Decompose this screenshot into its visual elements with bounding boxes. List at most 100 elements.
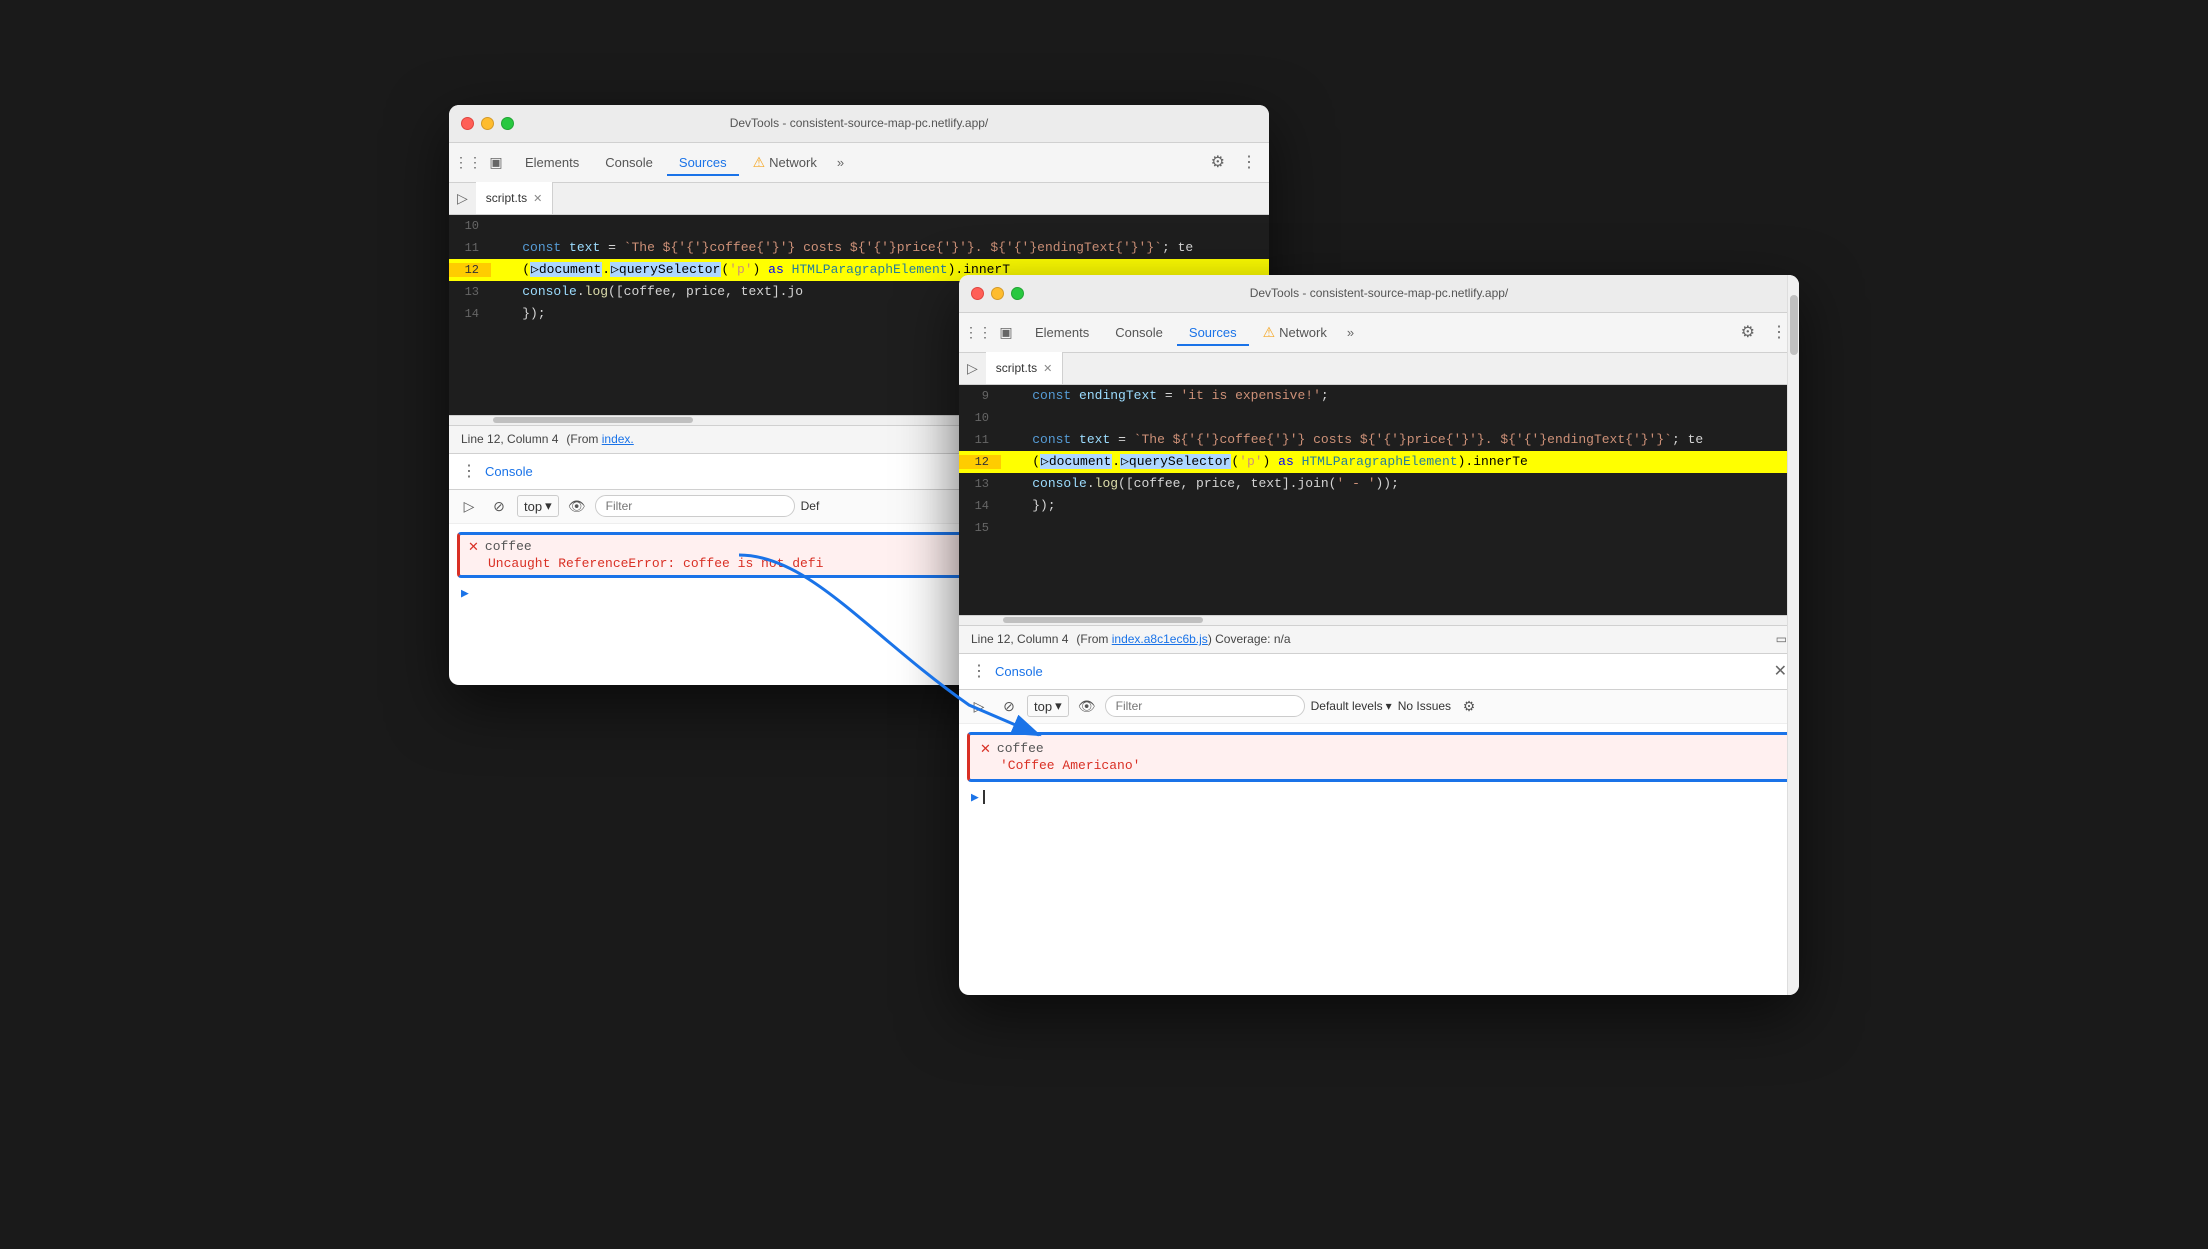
settings-icon-front[interactable]: ⚙ [1737,318,1759,346]
more-tabs-front[interactable]: » [1341,321,1360,344]
tab-sources-front[interactable]: Sources [1177,319,1249,346]
status-icon-front[interactable]: ▭ [1776,632,1787,646]
index-link-front[interactable]: index.a8c1ec6b.js [1112,632,1208,646]
close-button-back[interactable] [461,117,474,130]
error-var-back: coffee [485,539,532,554]
inspect-icon-front[interactable]: ⋮⋮ [967,321,989,343]
window-title-front: DevTools - consistent-source-map-pc.netl… [1250,286,1509,300]
console-menu-icon-front[interactable]: ⋮ [971,661,987,681]
console-toolbar-front: ▷ ⊘ top ▾ 👁 Default levels ▾ No Issues ⚙ [959,690,1799,724]
tab-sources-back[interactable]: Sources [667,149,739,176]
code-line-11-back: 11 const text = `The ${'{'}coffee{'}'} c… [449,237,1269,259]
minimize-button-back[interactable] [481,117,494,130]
tab-bar-right-back: ⚙ ⋮ [1207,148,1261,176]
console-log-area-front: ✕ coffee 'Coffee Americano' ▶ [959,724,1799,813]
success-value-front: 'Coffee Americano' [980,757,1778,773]
success-icon-front: ✕ [980,741,991,757]
window-title-back: DevTools - consistent-source-map-pc.netl… [730,116,989,130]
cursor-front [983,790,985,804]
sidebar-btn-back[interactable]: ▷ [457,494,481,518]
code-line-13-front: 13 console.log([coffee, price, text].joi… [959,473,1799,495]
file-tab-script-back[interactable]: script.ts ✕ [476,182,554,214]
top-selector-front[interactable]: top ▾ [1027,695,1069,717]
code-line-11-front: 11 const text = `The ${'{'}coffee{'}'} c… [959,429,1799,451]
scroll-thumb-front[interactable] [1003,617,1203,623]
sidebar-btn-front[interactable]: ▷ [967,694,991,718]
title-bar-front: DevTools - consistent-source-map-pc.netl… [959,275,1799,313]
success-value-text-front: 'Coffee Americano' [1000,758,1140,773]
window-scrollbar-front[interactable] [1787,275,1799,995]
maximize-button-back[interactable] [501,117,514,130]
inspect-icon[interactable]: ⋮⋮ [457,151,479,173]
window-controls-back [461,117,514,130]
index-link-back[interactable]: index. [602,432,634,446]
file-tab-bar-back: ▷ script.ts ✕ [449,183,1269,215]
scroll-area-front[interactable] [959,615,1799,625]
code-line-12-front: 12 (▷document.▷querySelector('p') as HTM… [959,451,1799,473]
console-title-back: Console [485,464,533,479]
code-area-front: 9 const endingText = 'it is expensive!';… [959,385,1799,615]
clear-btn-front[interactable]: ⊘ [997,694,1021,718]
filter-input-front[interactable] [1105,695,1305,717]
close-button-front[interactable] [971,287,984,300]
file-tab-name-front: script.ts [996,361,1037,375]
file-tab-close-back[interactable]: ✕ [533,192,542,205]
more-tabs-back[interactable]: » [831,151,850,174]
code-line-14-front: 14 }); [959,495,1799,517]
error-icon-back: ✕ [468,539,479,555]
gear-btn-front[interactable]: ⚙ [1457,694,1481,718]
top-chevron-front: ▾ [1055,698,1062,714]
maximize-button-front[interactable] [1011,287,1024,300]
console-title-front: Console [995,664,1043,679]
sidebar-toggle-back[interactable]: ▷ [457,190,468,207]
code-line-10-front: 10 [959,407,1799,429]
console-section-front: ⋮ Console ✕ ▷ ⊘ top ▾ 👁 Default levels ▾… [959,653,1799,813]
sidebar-toggle-front[interactable]: ▷ [967,360,978,377]
code-line-9-front: 9 const endingText = 'it is expensive!'; [959,385,1799,407]
tab-network-front[interactable]: ⚠ Network [1251,318,1339,347]
default-levels-back: Def [801,499,820,513]
top-selector-back[interactable]: top ▾ [517,495,559,517]
scroll-thumb-back[interactable] [493,417,693,423]
tab-bar-right-front: ⚙ ⋮ [1737,318,1791,346]
success-entry-front: ✕ coffee [980,741,1778,757]
tab-elements-front[interactable]: Elements [1023,319,1101,346]
file-tab-script-front[interactable]: script.ts ✕ [986,352,1064,384]
error-msg-text-back: Uncaught ReferenceError: coffee is not d… [488,556,823,571]
settings-icon-back[interactable]: ⚙ [1207,148,1229,176]
tab-console-back[interactable]: Console [593,149,665,176]
file-tab-name-back: script.ts [486,191,527,205]
device-icon-front[interactable]: ▣ [995,321,1017,343]
file-tab-close-front[interactable]: ✕ [1043,362,1052,375]
more-options-icon-back[interactable]: ⋮ [1237,148,1261,176]
tab-elements-back[interactable]: Elements [513,149,591,176]
no-issues-front: No Issues [1398,699,1451,713]
warning-icon-front: ⚠ [1263,324,1276,341]
file-tab-bar-front: ▷ script.ts ✕ [959,353,1799,385]
success-box-front: ✕ coffee 'Coffee Americano' [967,732,1791,782]
from-text-back: (From index. [566,432,633,446]
clear-btn-back[interactable]: ⊘ [487,494,511,518]
console-close-front[interactable]: ✕ [1774,661,1787,681]
eye-btn-front[interactable]: 👁 [1075,694,1099,718]
tab-console-front[interactable]: Console [1103,319,1175,346]
tab-bar-back: ⋮⋮ ▣ Elements Console Sources ⚠ Network … [449,143,1269,183]
top-label-back: top [524,499,542,514]
tab-network-back[interactable]: ⚠ Network [741,148,829,177]
device-icon[interactable]: ▣ [485,151,507,173]
devtools-window-front: DevTools - consistent-source-map-pc.netl… [959,275,1799,995]
scrollbar-thumb-front[interactable] [1790,295,1798,355]
top-chevron-back: ▾ [545,498,552,514]
window-controls-front [971,287,1024,300]
filter-input-back[interactable] [595,495,795,517]
success-var-front: coffee [997,741,1044,756]
console-menu-icon-back[interactable]: ⋮ [461,461,477,481]
code-line-15-front: 15 [959,517,1799,539]
from-text-front: (From index.a8c1ec6b.js) Coverage: n/a [1076,632,1290,646]
warning-icon-back: ⚠ [753,154,766,171]
status-bar-front: Line 12, Column 4 (From index.a8c1ec6b.j… [959,625,1799,653]
console-header-front: ⋮ Console ✕ [959,654,1799,690]
eye-btn-back[interactable]: 👁 [565,494,589,518]
default-levels-front[interactable]: Default levels ▾ [1311,699,1392,713]
minimize-button-front[interactable] [991,287,1004,300]
